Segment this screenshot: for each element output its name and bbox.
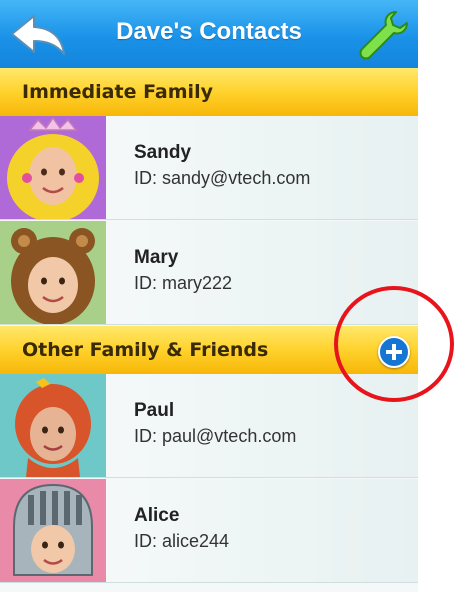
section-header-immediate-family: Immediate Family [0, 68, 418, 116]
contact-name: Sandy [134, 142, 192, 163]
contact-row-paul[interactable]: Paul ID: paul@vtech.com [0, 374, 418, 478]
contact-row-alice[interactable]: Alice ID: alice244 [0, 479, 418, 583]
settings-button[interactable] [356, 8, 410, 62]
wrench-icon [359, 11, 408, 60]
app-header: Dave's Contacts [0, 0, 418, 68]
contact-name: Mary [134, 247, 179, 268]
princess-avatar [0, 116, 106, 219]
bear-avatar [0, 221, 106, 324]
contacts-screen: Dave's Contacts Immediate Family Sandy I… [0, 0, 418, 592]
contact-row-sandy[interactable]: Sandy ID: sandy@vtech.com [0, 116, 418, 220]
contact-id: ID: paul@vtech.com [134, 426, 297, 446]
contact-name: Paul [134, 400, 175, 421]
contact-id: ID: mary222 [134, 273, 233, 293]
section-label: Other Family & Friends [22, 339, 269, 361]
contact-id: ID: alice244 [134, 531, 230, 551]
section-label: Immediate Family [22, 81, 213, 103]
knight-avatar [0, 479, 106, 582]
redhead-avatar [0, 374, 106, 477]
contact-name: Alice [134, 505, 180, 526]
contact-id: ID: sandy@vtech.com [134, 168, 311, 188]
highlight-circle [334, 286, 454, 402]
